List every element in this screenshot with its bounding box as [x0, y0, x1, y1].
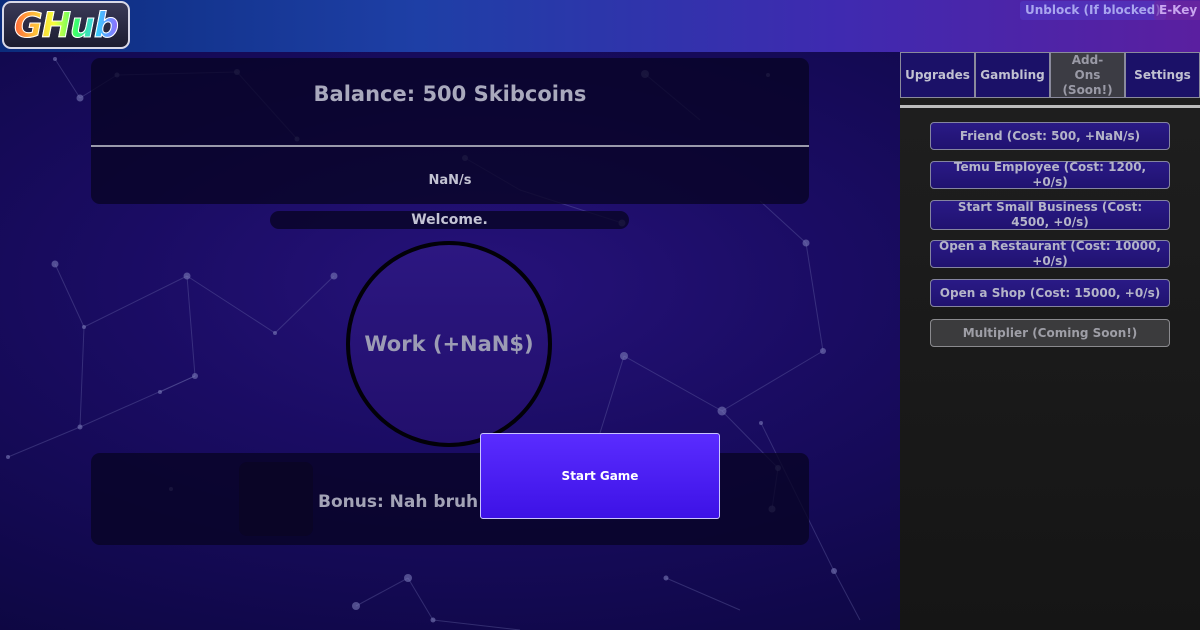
- tab-settings[interactable]: Settings: [1125, 52, 1200, 98]
- tab-gambling[interactable]: Gambling: [975, 52, 1050, 98]
- upgrade-label: Open a Shop (Cost: 15000, +0/s): [939, 285, 1161, 300]
- e-key-link[interactable]: E-Key: [1154, 1, 1200, 20]
- unblock-link[interactable]: Unblock (If blocked): [1020, 1, 1166, 20]
- welcome-message: Welcome.: [411, 212, 488, 228]
- tab-settings-label: Settings: [1134, 67, 1191, 82]
- balance-label: Balance: 500 Skibcoins: [313, 82, 587, 106]
- balance-divider: [91, 145, 809, 147]
- tab-upgrades[interactable]: Upgrades: [900, 52, 975, 98]
- bonus-icon-box[interactable]: [239, 462, 313, 536]
- start-game-button[interactable]: Start Game: [480, 433, 720, 519]
- work-button-label: Work (+NaN$): [364, 332, 534, 356]
- upgrade-label: Temu Employee (Cost: 1200, +0/s): [953, 160, 1147, 189]
- upgrade-label: Friend (Cost: 500, +NaN/s): [959, 128, 1141, 143]
- ghub-logo[interactable]: GHub: [2, 1, 130, 49]
- tab-add-ons-label: Add-Ons (Soon!): [1062, 52, 1113, 97]
- upgrade-label: Multiplier (Coming Soon!): [962, 325, 1138, 340]
- start-game-label: Start Game: [561, 469, 639, 483]
- tab-add-ons[interactable]: Add-Ons (Soon!): [1050, 52, 1125, 98]
- upgrade-shop-button[interactable]: Open a Shop (Cost: 15000, +0/s): [930, 279, 1170, 307]
- upgrade-multiplier-button[interactable]: Multiplier (Coming Soon!): [930, 319, 1170, 347]
- upgrade-label: Start Small Business (Cost: 4500, +0/s): [957, 200, 1143, 229]
- work-button[interactable]: Work (+NaN$): [346, 241, 552, 447]
- upgrade-friend-button[interactable]: Friend (Cost: 500, +NaN/s): [930, 122, 1170, 150]
- upgrade-label: Open a Restaurant (Cost: 10000, +0/s): [939, 239, 1161, 268]
- upgrade-restaurant-button[interactable]: Open a Restaurant (Cost: 10000, +0/s): [930, 239, 1170, 268]
- upgrade-small-business-button[interactable]: Start Small Business (Cost: 4500, +0/s): [930, 200, 1170, 230]
- tab-gambling-label: Gambling: [980, 67, 1045, 82]
- bonus-label: Bonus: Nah bruh I: [318, 492, 491, 512]
- tab-upgrades-label: Upgrades: [905, 67, 970, 82]
- tab-separator: [900, 105, 1200, 108]
- income-rate: NaN/s: [428, 173, 472, 188]
- upgrade-temu-employee-button[interactable]: Temu Employee (Cost: 1200, +0/s): [930, 160, 1170, 189]
- logo-text: GHub: [4, 5, 128, 47]
